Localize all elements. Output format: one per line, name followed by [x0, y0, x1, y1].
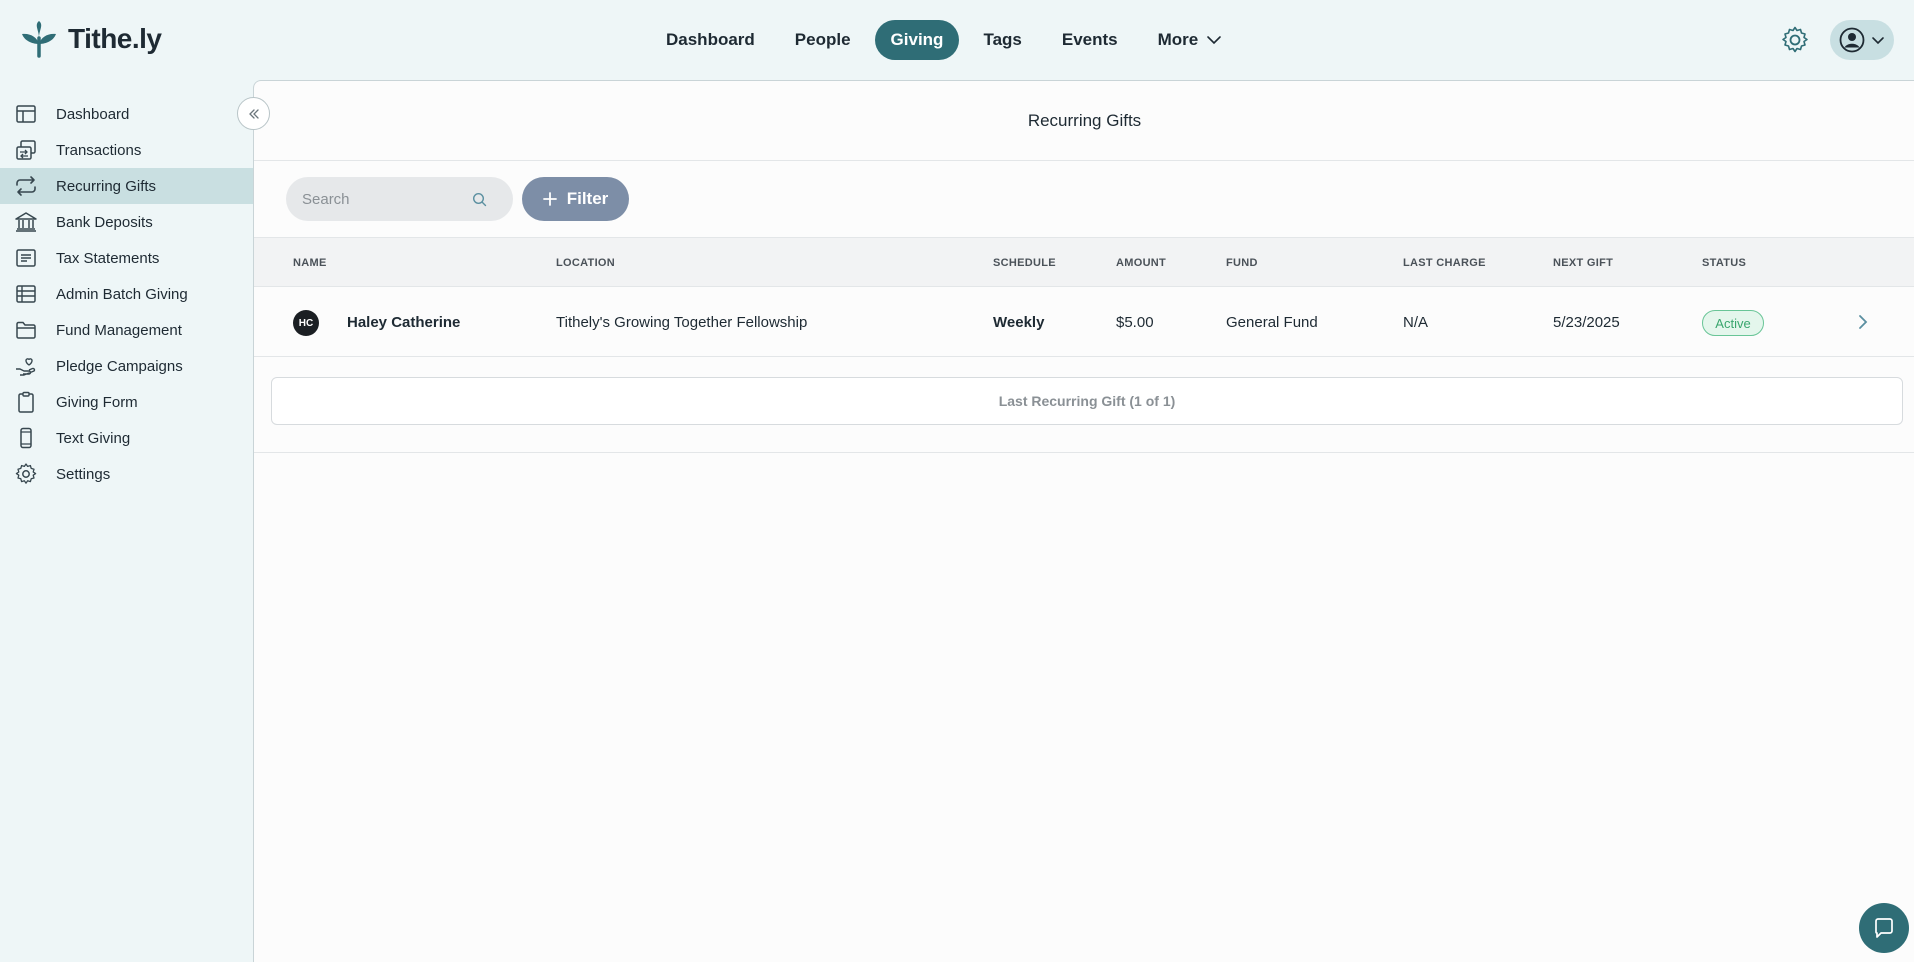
sidebar-item-label: Recurring Gifts	[56, 177, 157, 195]
user-avatar-icon	[1839, 27, 1865, 53]
settings-gear-icon[interactable]	[1780, 25, 1810, 55]
sidebar-item-label: Dashboard	[56, 105, 130, 123]
cell-fund: General Fund	[1226, 314, 1318, 331]
cell-last-charge: N/A	[1403, 314, 1429, 331]
sidebar-item-settings[interactable]: Settings	[0, 456, 253, 492]
chat-button[interactable]	[1859, 903, 1909, 953]
top-bar: Tithe.ly Dashboard People Giving Tags Ev…	[0, 0, 1914, 80]
pagination-status: Last Recurring Gift (1 of 1)	[271, 377, 1903, 425]
user-menu-button[interactable]	[1830, 20, 1894, 60]
double-chevron-left-icon	[248, 108, 259, 119]
topnav-label: More	[1157, 30, 1199, 49]
chevron-down-icon	[1207, 36, 1222, 45]
cell-next-gift: 5/23/2025	[1553, 314, 1620, 331]
column-header-last-charge[interactable]: LAST CHARGE	[1403, 257, 1486, 269]
topnav-label: Dashboard	[666, 30, 755, 49]
search-input[interactable]	[302, 190, 472, 208]
column-header-name[interactable]: NAME	[293, 257, 327, 269]
pager-section: Last Recurring Gift (1 of 1)	[254, 357, 1914, 453]
page-title: Recurring Gifts	[1027, 110, 1142, 130]
chevron-down-icon	[1872, 37, 1884, 45]
donor-initials-avatar: HC	[293, 310, 319, 336]
batch-icon	[16, 285, 36, 303]
brand-logo[interactable]: Tithe.ly	[20, 20, 162, 58]
column-header-amount[interactable]: AMOUNT	[1116, 257, 1166, 269]
sidebar-item-bank-deposits[interactable]: Bank Deposits	[0, 204, 253, 240]
cell-location: Tithely's Growing Together Fellowship	[556, 314, 808, 331]
filter-button[interactable]: Filter	[522, 177, 629, 221]
search-icon	[472, 192, 487, 206]
chevron-right-icon[interactable]	[1854, 313, 1872, 331]
topnav-label: Giving	[890, 30, 944, 49]
sidebar-item-recurring-gifts[interactable]: Recurring Gifts	[0, 168, 253, 204]
topnav-more[interactable]: More	[1142, 20, 1239, 60]
column-header-fund[interactable]: FUND	[1226, 257, 1258, 269]
sidebar-item-label: Text Giving	[56, 429, 131, 447]
sidebar-item-transactions[interactable]: Transactions	[0, 132, 253, 168]
sidebar-item-label: Fund Management	[56, 321, 182, 339]
sidebar-item-label: Giving Form	[56, 393, 138, 411]
gear-icon	[15, 463, 37, 484]
column-header-schedule[interactable]: SCHEDULE	[993, 257, 1056, 269]
sidebar-item-pledge-campaigns[interactable]: Pledge Campaigns	[0, 348, 253, 384]
chat-bubble-icon	[1875, 918, 1893, 938]
topnav-label: Events	[1061, 30, 1118, 49]
sidebar-item-label: Admin Batch Giving	[56, 285, 188, 303]
sidebar-item-label: Pledge Campaigns	[56, 357, 183, 375]
main-panel: Recurring Gifts Filter NAME LOCATION SCH…	[253, 80, 1914, 962]
sidebar-item-label: Settings	[56, 465, 111, 483]
topnav-dashboard[interactable]: Dashboard	[650, 20, 771, 60]
sidebar-item-giving-form[interactable]: Giving Form	[0, 384, 253, 420]
cell-schedule: Weekly	[993, 314, 1045, 331]
filter-button-label: Filter	[566, 189, 609, 208]
sidebar-item-dashboard[interactable]: Dashboard	[0, 96, 253, 132]
topnav-events[interactable]: Events	[1046, 20, 1134, 60]
sidebar-item-label: Transactions	[56, 141, 142, 159]
folder-icon	[16, 321, 36, 339]
receipt-icon	[16, 249, 36, 267]
sidebar-item-tax-statements[interactable]: Tax Statements	[0, 240, 253, 276]
leaf-logo-icon	[22, 21, 56, 58]
brand-name: Tithe.ly	[68, 23, 162, 54]
topnav-people[interactable]: People	[779, 20, 867, 60]
phone-icon	[20, 427, 32, 449]
sidebar-item-admin-batch-giving[interactable]: Admin Batch Giving	[0, 276, 253, 312]
search-box[interactable]	[286, 177, 513, 221]
column-header-status[interactable]: STATUS	[1702, 257, 1746, 269]
status-badge: Active	[1702, 310, 1764, 336]
table-header: NAME LOCATION SCHEDULE AMOUNT FUND LAST …	[254, 237, 1914, 287]
cell-name: Haley Catherine	[347, 314, 461, 331]
sidebar: Dashboard Transactions Recurring Gifts B…	[0, 80, 253, 962]
cell-amount: $5.00	[1116, 314, 1154, 331]
top-nav: Dashboard People Giving Tags Events More	[650, 20, 1238, 60]
recurring-icon	[16, 176, 36, 196]
transactions-icon	[16, 140, 36, 160]
topnav-label: People	[794, 30, 851, 49]
dashboard-icon	[16, 105, 36, 123]
page-header: Recurring Gifts	[254, 81, 1914, 161]
sidebar-item-fund-management[interactable]: Fund Management	[0, 312, 253, 348]
collapse-sidebar-button[interactable]	[237, 97, 270, 130]
column-header-next-gift[interactable]: NEXT GIFT	[1553, 257, 1613, 269]
sidebar-item-text-giving[interactable]: Text Giving	[0, 420, 253, 456]
column-header-location[interactable]: LOCATION	[556, 257, 615, 269]
topnav-tags[interactable]: Tags	[967, 20, 1037, 60]
topnav-giving[interactable]: Giving	[874, 20, 960, 60]
bank-icon	[15, 212, 37, 232]
table-row[interactable]: HC Haley Catherine Tithely's Growing Tog…	[254, 287, 1914, 357]
clipboard-icon	[18, 391, 34, 413]
pledge-icon	[16, 358, 36, 376]
sidebar-item-label: Bank Deposits	[56, 213, 153, 231]
plus-icon	[542, 192, 557, 206]
topnav-label: Tags	[983, 30, 1022, 49]
sidebar-item-label: Tax Statements	[56, 249, 160, 267]
